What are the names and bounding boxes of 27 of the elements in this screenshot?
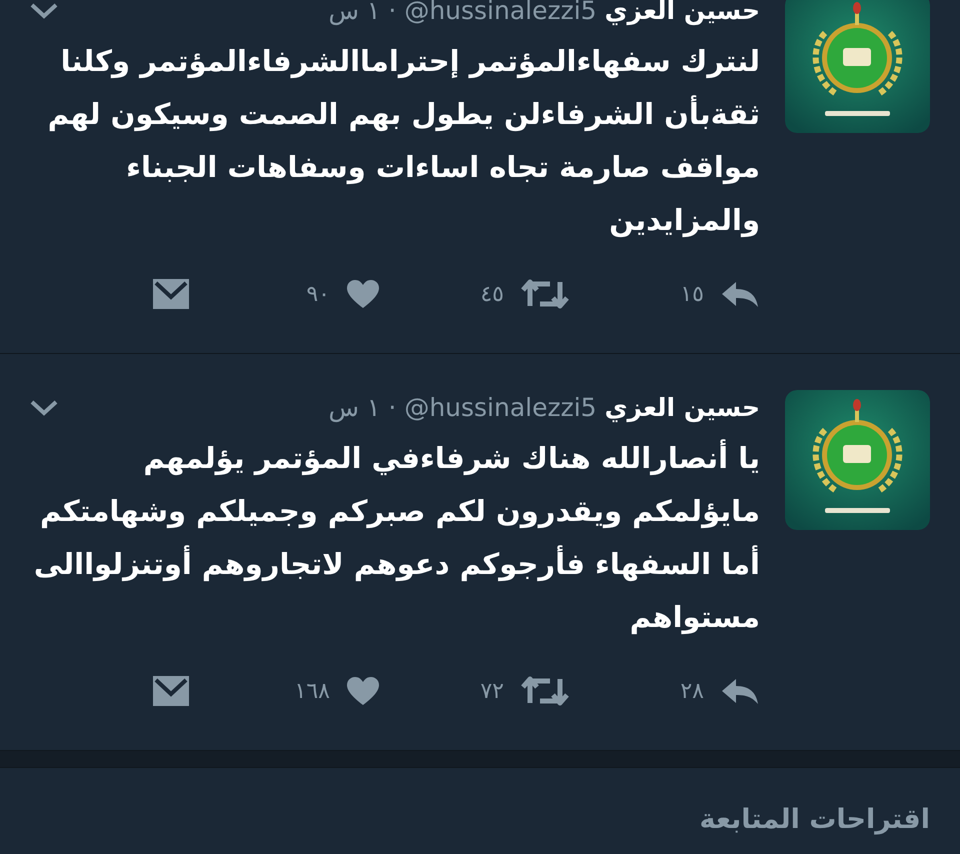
separator-dot: · <box>388 392 396 424</box>
tweet-time: ١ س <box>328 392 380 424</box>
envelope-icon[interactable] <box>152 675 190 707</box>
author-name: حسين العزي <box>604 0 760 28</box>
user-handle: @hussinalezzi5 <box>404 0 597 28</box>
like-count: ١٦٨ <box>294 678 330 706</box>
caret-icon[interactable] <box>30 400 58 416</box>
heart-icon[interactable] <box>346 279 380 309</box>
reply-count: ٢٨ <box>680 678 704 706</box>
section-title: اقتراحات المتابعة <box>698 803 930 837</box>
like-count: ٩٠ <box>306 280 330 308</box>
reply-count: ١٥ <box>680 280 704 308</box>
reply-icon[interactable] <box>720 676 760 706</box>
tweet-time: ١ س <box>328 0 380 28</box>
envelope-icon[interactable] <box>152 278 190 310</box>
retweet-count: ٤٥ <box>480 280 504 308</box>
caret-icon[interactable] <box>30 3 58 19</box>
heart-icon[interactable] <box>346 676 380 706</box>
retweet-icon[interactable] <box>520 675 570 707</box>
author-name: حسين العزي <box>604 392 760 424</box>
separator-dot: · <box>388 0 396 28</box>
retweet-icon[interactable] <box>520 278 570 310</box>
tweet-text: يا أنصارالله هناك شرفاءفي المؤتمر يؤلمهم مايؤلمكم ويقدرون لكم صبركم وجميلكم وشهامتكم أما السفهاء فأرجوكم دعوهم لاتجاروهم أوتنزلواالى مستواهم <box>32 438 760 636</box>
reply-icon[interactable] <box>720 279 760 309</box>
retweet-count: ٧٢ <box>480 678 504 706</box>
user-handle: @hussinalezzi5 <box>404 392 597 424</box>
tweet-text: لنترك سفهاءالمؤتمر إحتراماالشرفاءالمؤتمر وكلنا ثقةبأن الشرفاءلن يطول بهم الصمت وسيكون لهم مواقف صارمة تجاه اساءات وسفاهات الجبناء والمزايدين <box>46 43 760 240</box>
